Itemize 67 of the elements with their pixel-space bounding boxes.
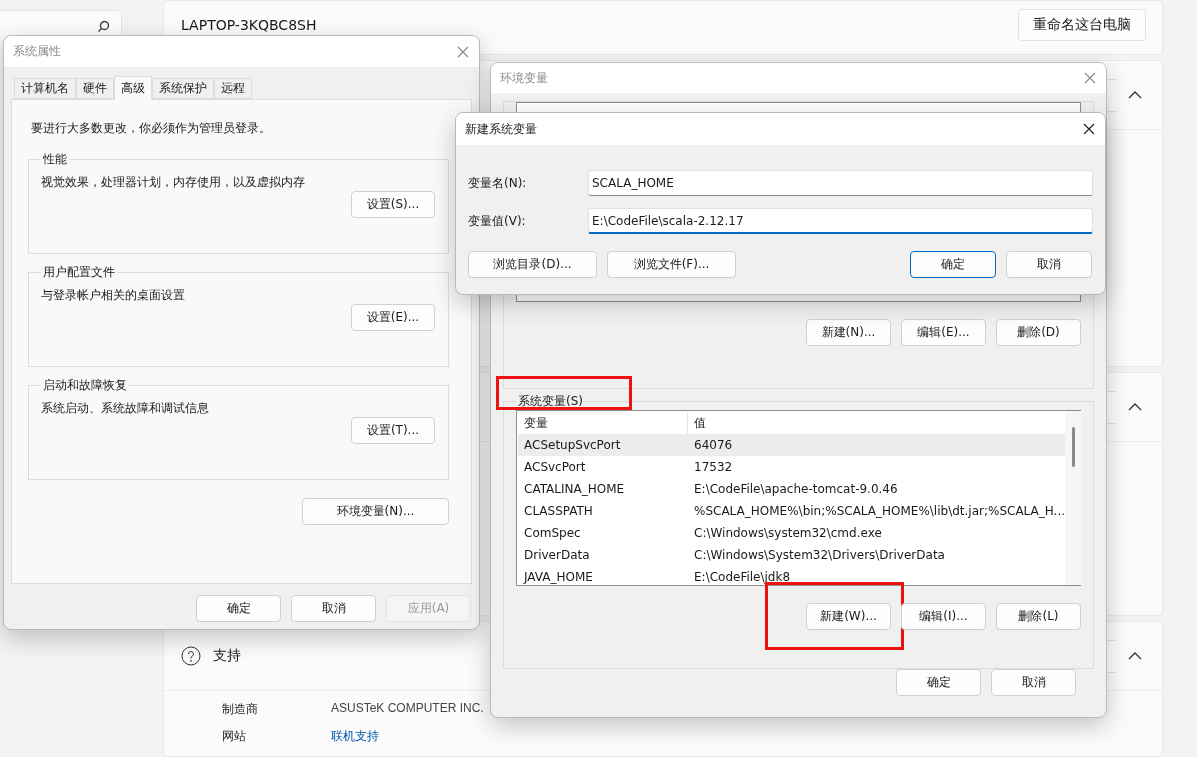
search-icon [98, 20, 109, 32]
table-cell-text: E:\CodeFile\apache-tomcat-9.0.46 [693, 481, 899, 498]
dialog-button[interactable]: 取消 [991, 669, 1076, 696]
table-cell-text: ComSpec [523, 525, 582, 542]
chevron-icon[interactable] [1128, 403, 1142, 412]
table-cell-text: 17532 [693, 459, 734, 476]
list-button[interactable]: 新建(N)... [806, 319, 891, 346]
tab[interactable]: 计算机名 [14, 78, 76, 99]
admin-notice: 要进行大多数更改，你必须作为管理员登录。 [30, 120, 272, 137]
window-title: 系统属性 [13, 43, 62, 60]
tab[interactable]: 系统保护 [152, 78, 214, 99]
table-cell-text: CATALINA_HOME [523, 481, 626, 498]
chevron-icon[interactable] [1128, 91, 1142, 100]
list-button[interactable]: 编辑(E)... [901, 319, 986, 346]
table-cell-text: JAVA_HOME [522, 569, 594, 586]
chevron-icon[interactable] [1128, 652, 1142, 661]
table-cell-text: 64076 [693, 437, 734, 454]
group-title: 启动和故障恢复 [42, 377, 128, 394]
settings-button[interactable]: 设置(S)... [351, 191, 435, 218]
tab[interactable]: 远程 [214, 78, 252, 99]
dialog-button[interactable]: 取消 [1006, 251, 1092, 278]
tab[interactable]: 高级 [114, 76, 152, 100]
scrollbar[interactable] [1065, 411, 1082, 585]
column-header[interactable]: 值 [688, 412, 1065, 434]
group-description: 视觉效果，处理器计划，内存使用，以及虚拟内存 [41, 174, 306, 191]
field-label: 变量值(V): [468, 212, 527, 230]
info-label: 制造商 [222, 701, 259, 719]
info-label: 网站 [222, 728, 247, 746]
window-title: 环境变量 [500, 69, 549, 87]
table-cell-text: C:\Windows\System32\Drivers\DriverData [693, 547, 946, 564]
dialog-button[interactable]: 取消 [291, 595, 376, 622]
dialog-button[interactable]: 确定 [196, 595, 281, 622]
browse-button[interactable]: 浏览文件(F)... [607, 251, 736, 278]
list-button[interactable]: 新建(W)... [806, 603, 891, 630]
help-icon [181, 646, 201, 667]
table-cell-text: C:\Windows\system32\cmd.exe [693, 525, 883, 542]
group-title: 用户配置文件 [42, 264, 116, 281]
table-cell-text: ACSetupSvcPort [523, 437, 622, 454]
dialog-button[interactable]: 确定 [896, 669, 981, 696]
field-label: 变量名(N): [468, 174, 528, 192]
section-title: 支持 [213, 647, 241, 666]
settings-button[interactable]: 设置(T)... [351, 417, 435, 444]
list-button[interactable]: 删除(L) [996, 603, 1081, 630]
list-button[interactable]: 删除(D) [996, 319, 1081, 346]
close-icon[interactable] [1083, 123, 1095, 135]
list-button[interactable]: 编辑(I)... [901, 603, 986, 630]
table-cell-text: DriverData [523, 547, 591, 564]
input-field[interactable]: SCALA_HOME [588, 170, 1093, 196]
input-field[interactable]: E:\CodeFile\scala-2.12.17 [588, 208, 1093, 234]
table-cell-text: %SCALA_HOME%\bin;%SCALA_HOME%\lib\dt.jar;%SCALA_H... [693, 503, 1065, 520]
settings-button[interactable]: 设置(E)... [351, 304, 435, 331]
info-value: ASUSTeK COMPUTER INC. [331, 701, 484, 718]
rename-button[interactable]: 重命名这台电脑 [1018, 9, 1146, 41]
table-cell-text: CLASSPATH [523, 503, 594, 520]
env-variables-button[interactable]: 环境变量(N)... [302, 498, 449, 525]
table-cell-text: ACSvcPort [523, 459, 587, 476]
device-name: LAPTOP-3KQBC8SH [181, 17, 317, 33]
group-title: 性能 [42, 151, 68, 168]
window-title: 新建系统变量 [465, 120, 538, 138]
browse-button[interactable]: 浏览目录(D)... [468, 251, 597, 278]
group-description: 系统启动、系统故障和调试信息 [41, 400, 210, 417]
table-cell-text: E:\CodeFile\jdk8 [693, 569, 792, 586]
dialog-button[interactable]: 确定 [910, 251, 996, 278]
group-title: 系统变量(S) [516, 393, 585, 410]
tab[interactable]: 硬件 [76, 78, 114, 99]
support-link[interactable]: 联机支持 [331, 728, 379, 746]
group-description: 与登录帐户相关的桌面设置 [41, 287, 186, 304]
